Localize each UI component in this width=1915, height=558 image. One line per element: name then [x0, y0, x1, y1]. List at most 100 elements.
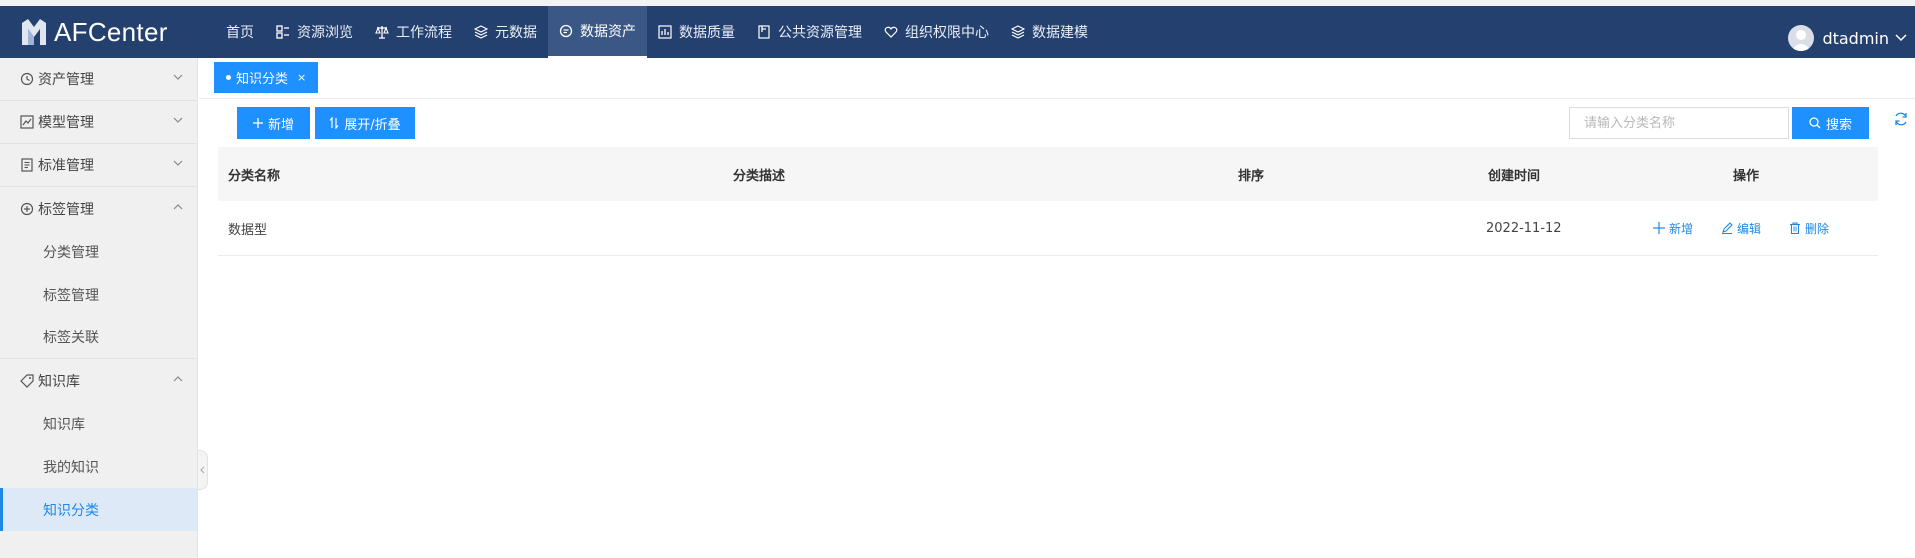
refresh-icon[interactable]	[1893, 111, 1909, 127]
column-header-created: 创建时间	[1488, 168, 1541, 184]
nav-resource-browse[interactable]: 资源浏览	[265, 6, 364, 58]
sidebar-group-model-management[interactable]: 模型管理	[0, 101, 197, 144]
plus-circle-icon	[20, 202, 34, 216]
user-icon	[1791, 30, 1812, 51]
row-delete-button[interactable]: 删除	[1789, 220, 1829, 237]
nav-label: 元数据	[495, 25, 537, 41]
nav-data-asset[interactable]: 数据资产	[548, 6, 647, 58]
search-button[interactable]: 搜索	[1792, 107, 1869, 139]
main-nav: 首页 资源浏览 工作流程 元数据 数据资产 数据质量 公共资源管理 组织权限中心…	[215, 6, 1099, 58]
grid-icon	[276, 25, 290, 39]
logo-icon	[22, 19, 46, 45]
main-content: 知识分类 × 新增 展开/折叠 搜索	[199, 58, 1915, 558]
tab-bar: 知识分类 ×	[199, 58, 1915, 99]
app-title: AFCenter	[54, 16, 168, 47]
clock-icon	[20, 72, 34, 86]
sidebar-item-my-knowledge[interactable]: 我的知识	[0, 445, 197, 488]
nav-label: 数据资产	[580, 24, 636, 40]
avatar	[1788, 25, 1815, 51]
close-icon[interactable]: ×	[297, 71, 306, 84]
nav-workflow[interactable]: 工作流程	[364, 6, 463, 58]
nav-data-quality[interactable]: 数据质量	[647, 6, 746, 58]
table-row: 数据型 2022-11-12 新增 编辑 删除	[218, 201, 1878, 256]
row-edit-button[interactable]: 编辑	[1721, 220, 1761, 237]
cell-created: 2022-11-12	[1486, 220, 1562, 236]
heart-icon	[884, 25, 898, 39]
row-add-button[interactable]: 新增	[1653, 220, 1693, 237]
sidebar-item-category-management[interactable]: 分类管理	[0, 230, 197, 273]
add-button[interactable]: 新增	[237, 107, 310, 139]
trash-icon	[1789, 222, 1801, 234]
sidebar-group-label: 知识库	[38, 373, 80, 390]
category-table: 分类名称 分类描述 排序 创建时间 操作 数据型 2022-11-12 新增 编…	[218, 147, 1878, 256]
user-menu[interactable]: dtadmin	[1788, 12, 1907, 64]
column-header-name: 分类名称	[228, 168, 281, 184]
sidebar-group-tag-management[interactable]: 标签管理	[0, 187, 197, 230]
sidebar: 资产管理 模型管理 标准管理 标签管理 分类管理 标签管理 标签关联 知识库 知…	[0, 58, 198, 558]
sidebar-item-knowledge-base[interactable]: 知识库	[0, 402, 197, 445]
chevron-up-icon	[173, 376, 183, 382]
cell-name: 数据型	[228, 222, 268, 238]
chevron-down-icon	[173, 160, 183, 166]
expand-collapse-button[interactable]: 展开/折叠	[315, 107, 415, 139]
sidebar-group-asset-management[interactable]: 资产管理	[0, 58, 197, 101]
nav-label: 数据建模	[1032, 25, 1088, 41]
row-actions: 新增 编辑 删除	[1653, 220, 1857, 237]
nav-data-modeling[interactable]: 数据建模	[1000, 6, 1099, 58]
layers-icon	[474, 25, 488, 39]
brand[interactable]: AFCenter	[0, 17, 215, 48]
sidebar-item-knowledge-category[interactable]: 知识分类	[0, 488, 197, 531]
sidebar-item-tag-association[interactable]: 标签关联	[0, 316, 197, 359]
nav-home[interactable]: 首页	[215, 6, 265, 58]
action-label: 新增	[1669, 221, 1694, 236]
nav-label: 组织权限中心	[905, 25, 989, 41]
column-header-order: 排序	[1238, 168, 1265, 184]
chevron-up-icon	[173, 204, 183, 210]
plus-icon	[252, 118, 263, 128]
column-header-description: 分类描述	[733, 168, 786, 184]
sidebar-group-label: 资产管理	[38, 72, 94, 88]
button-label: 新增	[267, 117, 294, 133]
table-header: 分类名称 分类描述 排序 创建时间 操作	[218, 147, 1878, 201]
book-icon	[757, 25, 771, 39]
sidebar-group-label: 标签管理	[38, 201, 94, 218]
trend-icon	[20, 115, 34, 129]
active-dot	[226, 75, 231, 80]
nav-org-permission[interactable]: 组织权限中心	[873, 6, 1000, 58]
nav-metadata[interactable]: 元数据	[463, 6, 548, 58]
sidebar-group-label: 模型管理	[38, 115, 94, 131]
action-label: 删除	[1805, 221, 1830, 236]
button-label: 展开/折叠	[344, 117, 401, 133]
tab-label: 知识分类	[236, 72, 289, 87]
search-icon	[1809, 117, 1821, 129]
nav-label: 公共资源管理	[778, 25, 862, 41]
sort-icon	[329, 117, 339, 129]
tab-knowledge-category[interactable]: 知识分类 ×	[214, 62, 319, 93]
search-input[interactable]	[1569, 107, 1789, 139]
chevron-down-icon	[1895, 34, 1907, 42]
action-label: 编辑	[1737, 221, 1762, 236]
sidebar-item-tag-management[interactable]: 标签管理	[0, 273, 197, 316]
toolbar: 新增 展开/折叠 搜索	[199, 107, 1915, 141]
tag-icon	[20, 373, 34, 388]
edit-icon	[1721, 222, 1733, 234]
username: dtadmin	[1822, 28, 1889, 48]
nav-label: 首页	[226, 25, 254, 41]
asset-icon	[559, 24, 573, 38]
nav-label: 资源浏览	[297, 25, 353, 41]
nav-label: 工作流程	[396, 25, 452, 41]
sidebar-group-knowledge-base[interactable]: 知识库	[0, 359, 197, 402]
sidebar-group-label: 标准管理	[38, 158, 94, 174]
chevron-down-icon	[173, 117, 183, 123]
nav-label: 数据质量	[679, 25, 735, 41]
nav-public-resource[interactable]: 公共资源管理	[746, 6, 873, 58]
chart-icon	[658, 25, 672, 39]
top-navbar: AFCenter 首页 资源浏览 工作流程 元数据 数据资产 数据质量 公共资源…	[0, 0, 1915, 58]
layers-icon	[1011, 25, 1025, 39]
doc-icon	[20, 158, 34, 172]
scale-icon	[375, 25, 389, 39]
chevron-down-icon	[173, 74, 183, 80]
button-label: 搜索	[1825, 117, 1852, 133]
column-header-actions: 操作	[1733, 168, 1760, 184]
sidebar-group-standard-management[interactable]: 标准管理	[0, 144, 197, 187]
